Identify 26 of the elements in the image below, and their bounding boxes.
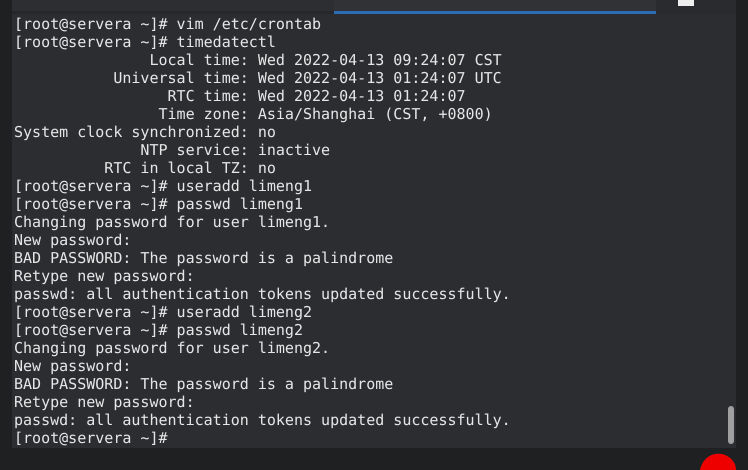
terminal-line: BAD PASSWORD: The password is a palindrome bbox=[14, 375, 394, 393]
terminal-line: BAD PASSWORD: The password is a palindrome bbox=[14, 249, 394, 267]
terminal-line: Retype new password: bbox=[14, 267, 195, 285]
terminal-tab[interactable] bbox=[334, 0, 656, 14]
terminal-line: RTC time: Wed 2022-04-13 01:24:07 bbox=[166, 87, 466, 105]
terminal-line: Universal time: Wed 2022-04-13 01:24:07 UTC bbox=[112, 69, 502, 87]
terminal-line: Changing password for user limeng1. bbox=[14, 213, 330, 231]
terminal-line: New password: bbox=[14, 231, 132, 249]
terminal-line: NTP service: inactive bbox=[139, 141, 330, 159]
terminal-line: [root@servera ~]# passwd limeng1 bbox=[14, 195, 303, 213]
terminal-line: Local time: Wed 2022-04-13 09:24:07 CST bbox=[148, 51, 502, 69]
terminal-line: passwd: all authentication tokens updated successfully. bbox=[14, 411, 511, 429]
terminal-line: passwd: all authentication tokens updated successfully. bbox=[14, 285, 511, 303]
terminal-line: RTC in local TZ: no bbox=[103, 159, 276, 177]
scrollbar-thumb[interactable] bbox=[728, 406, 734, 444]
terminal-line: Changing password for user limeng2. bbox=[14, 339, 330, 357]
terminal-line: Retype new password: bbox=[14, 393, 195, 411]
terminal-line: System clock synchronized: no bbox=[14, 123, 276, 141]
terminal-line: Time zone: Asia/Shanghai (CST, +0800) bbox=[157, 105, 493, 123]
terminal-line: New password: bbox=[14, 357, 132, 375]
terminal-line: [root@servera ~]# vim /etc/crontab bbox=[14, 15, 322, 33]
terminal-line: [root@servera ~]# passwd limeng2 bbox=[14, 321, 303, 339]
terminal-line: [root@servera ~]# timedatectl bbox=[14, 33, 276, 51]
terminal-line: [root@servera ~]# useradd limeng2 bbox=[14, 303, 312, 321]
terminal-line: [root@servera ~]# bbox=[14, 429, 168, 447]
terminal-line: [root@servera ~]# useradd limeng1 bbox=[14, 177, 312, 195]
